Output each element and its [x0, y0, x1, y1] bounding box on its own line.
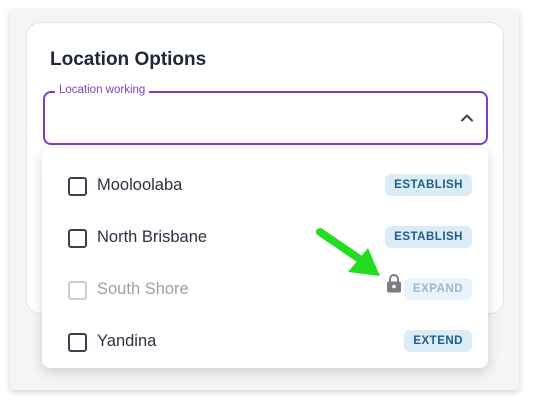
location-dropdown-menu: Mooloolaba ESTABLISH North Brisbane ESTA… — [42, 148, 488, 368]
option-yandina[interactable]: Yandina EXTEND — [42, 310, 488, 362]
location-working-label: Location working — [55, 84, 150, 96]
option-badge: EXPAND — [403, 278, 472, 300]
location-working-select[interactable]: Location working — [43, 84, 488, 145]
card-title: Location Options — [50, 49, 207, 70]
option-label: North Brisbane — [97, 228, 208, 246]
option-label: Yandina — [97, 332, 157, 350]
checkbox — [68, 281, 87, 300]
option-label: Mooloolaba — [97, 176, 183, 194]
checkbox[interactable] — [68, 177, 87, 196]
option-label: South Shore — [97, 280, 189, 298]
option-badge: EXTEND — [404, 330, 472, 352]
checkbox[interactable] — [68, 333, 87, 352]
option-badge: ESTABLISH — [385, 226, 472, 248]
option-north-brisbane[interactable]: North Brisbane ESTABLISH — [42, 206, 488, 258]
lock-icon — [387, 274, 401, 293]
option-badge: ESTABLISH — [385, 174, 472, 196]
checkbox[interactable] — [68, 229, 87, 248]
chevron-up-icon[interactable] — [460, 111, 474, 125]
option-south-shore: South Shore EXPAND — [42, 258, 488, 310]
option-mooloolaba[interactable]: Mooloolaba ESTABLISH — [42, 154, 488, 206]
arrow-annotation-icon — [316, 228, 380, 276]
